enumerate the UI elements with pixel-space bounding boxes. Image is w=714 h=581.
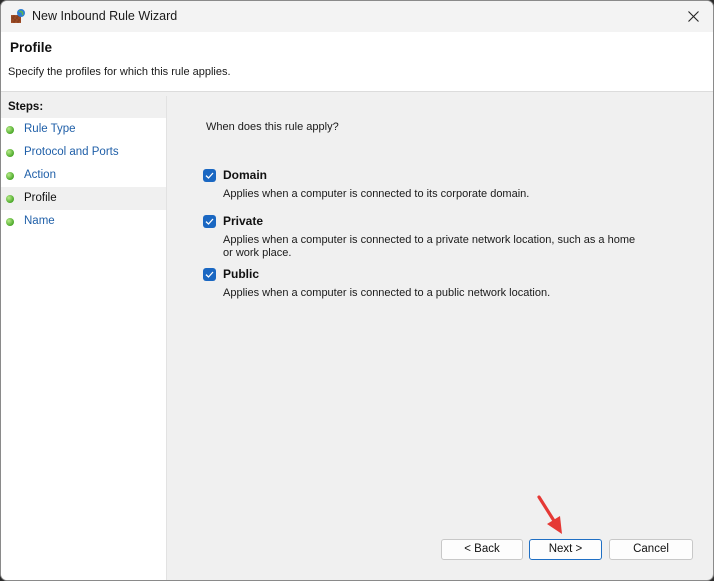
cancel-button[interactable]: Cancel — [609, 539, 693, 560]
step-label: Profile — [24, 192, 57, 204]
checkmark-icon — [205, 172, 214, 179]
question-text: When does this rule apply? — [206, 121, 339, 133]
step-label: Rule Type — [24, 123, 76, 135]
step-rule-type[interactable]: Rule Type — [1, 118, 166, 141]
step-label: Protocol and Ports — [24, 146, 119, 158]
firewall-icon — [10, 8, 26, 24]
domain-description: Applies when a computer is connected to … — [223, 188, 530, 200]
window-title: New Inbound Rule Wizard — [32, 9, 178, 23]
close-button[interactable] — [673, 1, 713, 32]
step-status-icon — [6, 195, 14, 203]
step-name[interactable]: Name — [1, 210, 166, 233]
back-button[interactable]: < Back — [441, 539, 523, 560]
step-status-icon — [6, 149, 14, 157]
close-icon — [687, 11, 699, 22]
annotation-arrow-icon — [537, 495, 562, 534]
private-description: Applies when a computer is connected to … — [223, 234, 636, 259]
public-label[interactable]: Public — [223, 267, 259, 281]
public-description: Applies when a computer is connected to … — [223, 287, 551, 299]
page-title: Profile — [10, 40, 53, 55]
domain-label[interactable]: Domain — [223, 168, 267, 182]
page-subtitle: Specify the profiles for which this rule… — [8, 66, 231, 78]
step-status-icon — [6, 172, 14, 180]
next-button[interactable]: Next > — [529, 539, 602, 560]
wizard-window: New Inbound Rule Wizard Profile Specify … — [0, 0, 714, 581]
step-protocol-and-ports[interactable]: Protocol and Ports — [1, 141, 166, 164]
title-bar: New Inbound Rule Wizard — [1, 1, 713, 32]
private-checkbox[interactable] — [203, 215, 216, 228]
step-status-icon — [6, 218, 14, 226]
wizard-content: When does this rule apply? Domain Applie… — [170, 96, 713, 580]
public-checkbox[interactable] — [203, 268, 216, 281]
step-action[interactable]: Action — [1, 164, 166, 187]
steps-sidebar: Steps: Rule Type Protocol and Ports Acti… — [1, 96, 167, 580]
step-status-icon — [6, 126, 14, 134]
checkmark-icon — [205, 218, 214, 225]
step-label: Action — [24, 169, 56, 181]
steps-heading: Steps: — [1, 96, 166, 118]
checkmark-icon — [205, 271, 214, 278]
step-profile[interactable]: Profile — [1, 187, 166, 210]
step-label: Name — [24, 215, 55, 227]
wizard-header: Profile Specify the profiles for which t… — [1, 32, 713, 92]
domain-checkbox[interactable] — [203, 169, 216, 182]
private-label[interactable]: Private — [223, 214, 263, 228]
